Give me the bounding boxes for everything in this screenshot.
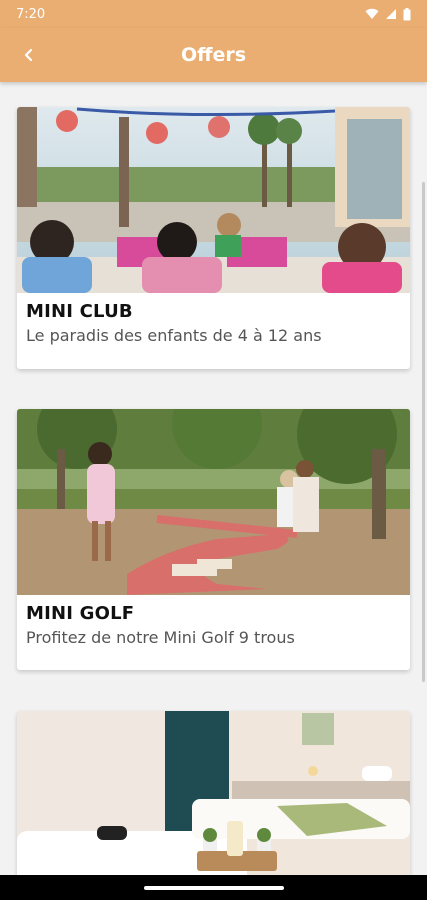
system-navigation-bar [0,875,427,900]
status-bar: 7:20 [0,0,427,28]
kids-club-photo [17,107,410,293]
signal-icon [386,9,396,19]
status-time: 7:20 [16,6,46,22]
offer-card-spa[interactable] [17,711,410,875]
home-handle[interactable] [143,885,284,890]
wifi-icon [365,8,379,19]
scrollbar[interactable] [422,182,425,682]
offer-description: Profitez de notre Mini Golf 9 trous [26,628,295,647]
arrow-back-icon [24,48,33,62]
offer-card-mini-club[interactable]: MINI CLUB Le paradis des enfants de 4 à … [17,107,410,369]
offer-card-mini-golf[interactable]: MINI GOLF Profitez de notre Mini Golf 9 … [17,409,410,670]
status-icons [365,7,411,21]
offer-title: MINI CLUB [26,301,133,322]
offer-description: Le paradis des enfants de 4 à 12 ans [26,326,322,345]
mini-golf-photo [17,409,410,595]
offers-list[interactable]: MINI CLUB Le paradis des enfants de 4 à … [0,82,427,875]
offer-title: MINI GOLF [26,603,135,624]
page-title: Offers [180,44,247,66]
spa-room-photo [17,711,410,875]
back-button[interactable] [14,40,44,70]
app-bar: Offers [0,28,427,82]
battery-icon [403,7,411,20]
